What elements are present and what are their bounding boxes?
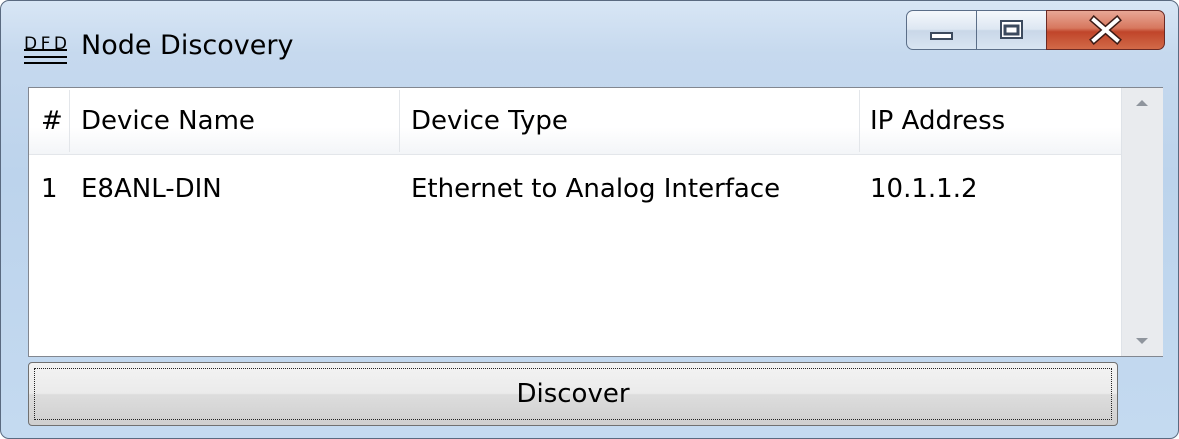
row-index: 1 — [41, 174, 58, 204]
dfd-app-icon: DFD — [24, 34, 67, 64]
row-ip-address: 10.1.1.2 — [870, 174, 978, 204]
node-discovery-window: DFD Node Discovery # Device Name Device … — [0, 0, 1179, 439]
minimize-button[interactable] — [906, 10, 977, 50]
column-header-index[interactable]: # — [41, 88, 63, 154]
close-icon — [1089, 15, 1122, 45]
column-header-device-name[interactable]: Device Name — [81, 88, 255, 154]
scroll-up-icon[interactable] — [1136, 100, 1148, 106]
minimize-icon — [930, 32, 953, 40]
scroll-down-icon[interactable] — [1136, 338, 1148, 344]
column-divider[interactable] — [859, 90, 860, 152]
caption-buttons — [906, 10, 1165, 50]
row-device-name: E8ANL-DIN — [81, 174, 222, 204]
maximize-icon — [1000, 20, 1023, 39]
title-bar[interactable]: DFD Node Discovery — [1, 1, 1178, 81]
column-header-device-type[interactable]: Device Type — [411, 88, 568, 154]
discover-button-label: Discover — [516, 379, 630, 409]
maximize-button[interactable] — [976, 10, 1047, 50]
discover-button[interactable]: Discover — [28, 362, 1118, 426]
row-device-type: Ethernet to Analog Interface — [411, 174, 781, 204]
window-title: Node Discovery — [81, 30, 294, 61]
column-divider[interactable] — [69, 90, 70, 152]
column-header-ip-address[interactable]: IP Address — [870, 88, 1005, 154]
column-divider[interactable] — [399, 90, 400, 152]
vertical-scrollbar[interactable] — [1121, 88, 1163, 356]
device-list-area[interactable]: # Device Name Device Type IP Address 1 E… — [29, 88, 1121, 356]
column-header-row: # Device Name Device Type IP Address — [29, 88, 1121, 155]
device-list[interactable]: # Device Name Device Type IP Address 1 E… — [28, 87, 1163, 357]
close-button[interactable] — [1046, 10, 1165, 50]
